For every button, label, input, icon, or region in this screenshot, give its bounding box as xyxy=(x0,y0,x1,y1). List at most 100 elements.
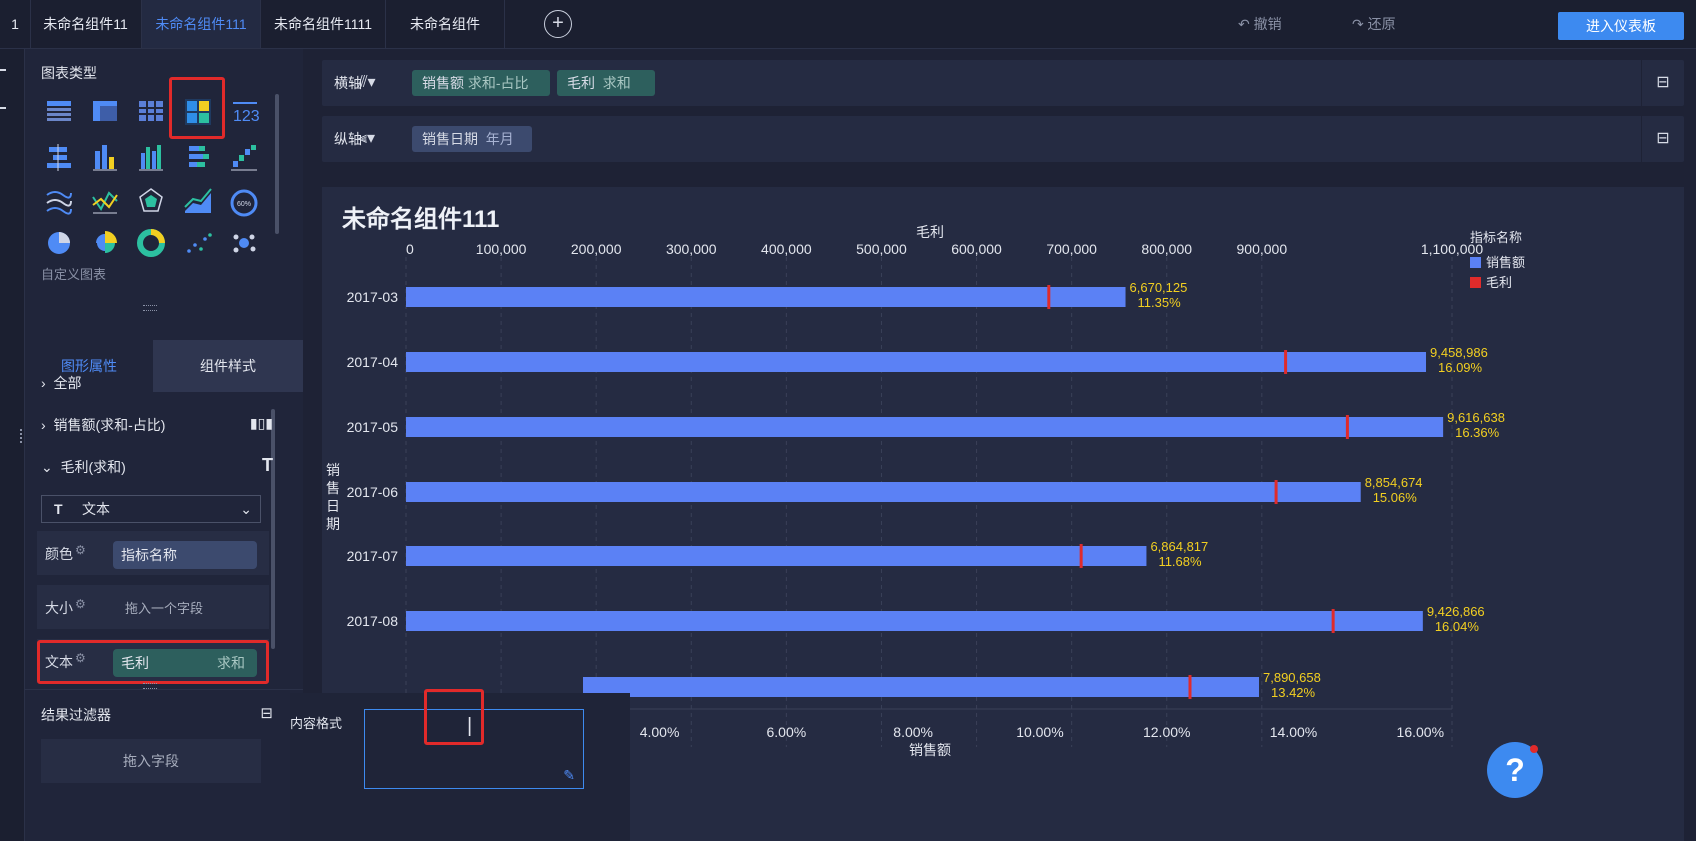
stacked-bar-icon[interactable] xyxy=(189,146,209,167)
axis-type-icon[interactable]: ⫻▾ xyxy=(358,72,376,92)
x-pill-profit[interactable]: 毛利 求和 xyxy=(557,70,655,96)
category-label: 2017-03 xyxy=(347,289,399,305)
profit-marker xyxy=(1274,480,1278,504)
tree-item-all[interactable]: › 全部 xyxy=(41,373,81,393)
size-drop-zone[interactable]: 拖入一个字段 xyxy=(125,598,203,617)
highlight-box xyxy=(169,77,225,139)
scatter-icon[interactable] xyxy=(187,233,212,253)
enter-dashboard-button[interactable]: 进入仪表板 xyxy=(1558,12,1684,40)
edit-pencil-icon[interactable]: ✎ xyxy=(563,767,575,784)
bottom-tick-label: 16.00% xyxy=(1397,724,1444,740)
properties-scrollbar[interactable] xyxy=(271,409,275,649)
bottom-tick-label: 12.00% xyxy=(1143,724,1190,740)
tab-component[interactable]: 未命名组件 xyxy=(386,0,505,48)
bubble-icon[interactable] xyxy=(233,234,256,253)
chart-type-scrollbar[interactable] xyxy=(275,94,279,234)
gear-icon[interactable]: ⚙ xyxy=(75,597,86,611)
cross-table-icon[interactable] xyxy=(93,101,117,121)
x-axis-settings-icon[interactable]: ⊟ xyxy=(1641,60,1684,106)
number-icon[interactable]: 123 xyxy=(233,102,260,125)
content-format-label: 内容格式 xyxy=(290,716,343,731)
percent-label: 16.04% xyxy=(1435,619,1480,634)
panel-splitter[interactable] xyxy=(143,305,157,311)
tab-component-style[interactable]: 组件样式 xyxy=(153,340,303,392)
sales-bar xyxy=(406,611,1423,631)
y-axis-label-char: 日 xyxy=(326,498,340,514)
tab-component-11[interactable]: 未命名组件11 xyxy=(30,0,142,48)
strip-mark xyxy=(0,107,6,109)
x-pill-sales[interactable]: 销售额 求和-占比 xyxy=(412,70,550,96)
sales-bar xyxy=(406,482,1361,502)
percent-label: 15.06% xyxy=(1373,490,1418,505)
undo-button[interactable]: ↶ 撤销 xyxy=(1238,0,1282,48)
gear-icon[interactable]: ⚙ xyxy=(75,543,86,557)
sales-bar xyxy=(406,352,1427,372)
polyline-icon[interactable] xyxy=(92,191,118,214)
percent-label: 16.36% xyxy=(1455,425,1500,440)
mark-type-value: 文本 xyxy=(82,501,110,517)
y-axis-label-char: 销 xyxy=(326,462,340,478)
y-axis-label-char: 期 xyxy=(326,516,340,532)
text-type-icon: T xyxy=(54,501,63,517)
donut-icon[interactable] xyxy=(137,229,165,257)
line-icon[interactable] xyxy=(46,191,72,215)
left-panel: 图表类型 123 60% 自定义图表 图形属性 组件样式 › 全部 › 销售额( xyxy=(25,49,303,841)
tab-component-1111[interactable]: 未命名组件1111 xyxy=(261,0,386,48)
svg-text:123: 123 xyxy=(233,108,260,125)
y-axis-shelf: 纵轴 ⫷▾ 销售日期 年月 ⊟ xyxy=(322,116,1684,162)
tab-partial[interactable]: 1 xyxy=(0,0,31,48)
bottom-tick-label: 14.00% xyxy=(1270,724,1317,740)
pie-icon[interactable] xyxy=(48,232,70,254)
color-field-pill[interactable]: 指标名称 xyxy=(113,541,257,569)
tree-item-profit[interactable]: ⌄ 毛利(求和) T xyxy=(41,455,273,477)
rose-icon[interactable] xyxy=(96,231,117,253)
filter-drop-zone[interactable]: 拖入字段 xyxy=(41,739,261,783)
y-pill-date[interactable]: 销售日期 年月 xyxy=(412,126,532,152)
value-label: 9,616,638 xyxy=(1447,410,1505,425)
pill-name: 销售额 xyxy=(422,75,464,91)
column-icon[interactable] xyxy=(93,145,117,171)
top-tick-label: 500,000 xyxy=(856,241,907,257)
axis-type-icon[interactable]: ⫷▾ xyxy=(358,128,375,148)
pill-agg: 求和 xyxy=(602,75,631,91)
redo-button[interactable]: ↷ 还原 xyxy=(1352,0,1396,48)
chevron-down-icon: ⌄ xyxy=(240,501,252,517)
category-label: 2017-05 xyxy=(347,419,399,435)
y-axis-label-char: 售 xyxy=(326,480,340,496)
filter-settings-icon[interactable]: ⊟ xyxy=(260,704,273,722)
profit-marker xyxy=(1284,350,1288,374)
profit-marker xyxy=(1079,544,1083,568)
tree-label: 销售额(求和-占比) xyxy=(53,417,166,433)
profit-marker xyxy=(1331,609,1335,633)
content-format-popup: 内容格式 | ✎ xyxy=(290,689,630,841)
custom-chart-label[interactable]: 自定义图表 xyxy=(41,264,106,283)
percent-label: 11.35% xyxy=(1138,295,1182,310)
waterfall-icon[interactable] xyxy=(231,145,257,171)
table-icon[interactable] xyxy=(47,101,71,121)
undo-label: 撤销 xyxy=(1253,16,1282,32)
undo-icon: ↶ xyxy=(1238,16,1254,32)
grouped-column-icon[interactable] xyxy=(139,145,163,171)
pill-agg: 年月 xyxy=(485,131,514,147)
bar-range-icon[interactable] xyxy=(47,144,71,171)
highlight-box xyxy=(37,640,269,684)
chevron-down-icon: ⌄ xyxy=(41,459,61,475)
color-label: 颜色 xyxy=(45,546,73,562)
y-axis-settings-icon[interactable]: ⊟ xyxy=(1641,116,1684,162)
tree-item-sales[interactable]: › 销售额(求和-占比) ▮▯▮ xyxy=(41,415,273,435)
add-tab-button[interactable]: + xyxy=(544,10,572,38)
radar-icon[interactable] xyxy=(139,188,163,212)
sales-bar xyxy=(583,677,1259,697)
area-icon[interactable] xyxy=(184,188,212,213)
tab-component-111[interactable]: 未命名组件111 xyxy=(142,0,261,48)
gauge-icon[interactable]: 60% xyxy=(230,189,258,217)
bottom-axis-label: 销售额 xyxy=(909,742,951,758)
top-tick-label: 200,000 xyxy=(571,241,622,257)
top-tick-label: 600,000 xyxy=(951,241,1002,257)
mark-type-select[interactable]: T 文本 ⌄ xyxy=(41,495,261,523)
highlight-box xyxy=(424,689,484,745)
detail-table-icon[interactable] xyxy=(139,101,163,121)
left-strip xyxy=(0,49,25,841)
pill-name: 销售日期 xyxy=(422,131,478,147)
profit-marker xyxy=(1345,415,1349,439)
